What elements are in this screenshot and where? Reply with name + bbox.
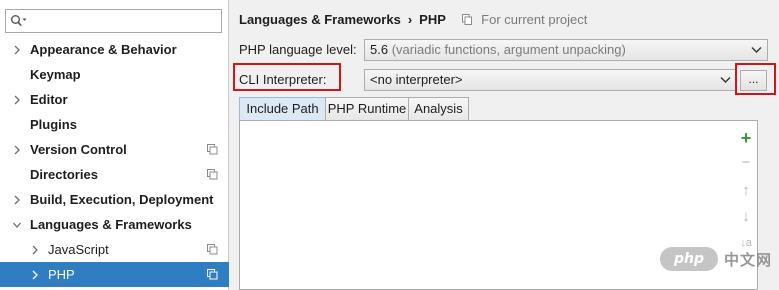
watermark-text: 中文网 [724, 252, 773, 269]
cli-interpreter-value: <no interpreter> [370, 72, 463, 87]
sidebar-item-directories[interactable]: Directories [0, 162, 229, 187]
sidebar-item-label: Version Control [30, 142, 127, 157]
breadcrumb-parent[interactable]: Languages & Frameworks [239, 12, 401, 27]
sidebar-item-build-execution-deployment[interactable]: Build, Execution, Deployment [0, 187, 229, 212]
sidebar-item-languages-frameworks[interactable]: Languages & Frameworks [0, 212, 229, 237]
chevron-right-icon[interactable] [31, 245, 39, 255]
chevron-down-icon [751, 47, 762, 53]
chevron-right-icon[interactable] [31, 270, 39, 280]
site-watermark: php 中文网 [660, 247, 775, 271]
php-language-level-select[interactable]: 5.6 (variadic functions, argument unpack… [364, 39, 768, 61]
project-scope-icon [207, 244, 218, 255]
sidebar-item-label: Directories [30, 167, 98, 182]
sidebar-item-keymap[interactable]: Keymap [0, 62, 229, 87]
add-icon[interactable]: + [734, 128, 758, 148]
cli-interpreter-select[interactable]: <no interpreter> [364, 69, 737, 91]
project-scope-hint: For current project [481, 12, 588, 27]
project-scope-icon [207, 144, 218, 155]
sidebar-item-appearance-behavior[interactable]: Appearance & Behavior [0, 37, 229, 62]
chevron-right-icon[interactable] [13, 195, 21, 205]
sidebar-item-label: Editor [30, 92, 68, 107]
sidebar-item-label: Languages & Frameworks [30, 217, 192, 232]
sidebar-item-label: Keymap [30, 67, 81, 82]
sidebar-item-label: Build, Execution, Deployment [30, 192, 214, 207]
cli-interpreter-label: CLI Interpreter: [239, 72, 327, 87]
breadcrumb-current: PHP [419, 12, 446, 27]
settings-sidebar: Appearance & Behavior Keymap Editor Plugins… [0, 0, 229, 290]
php-language-level-value: 5.6 [370, 42, 389, 57]
sidebar-item-plugins[interactable]: Plugins [0, 112, 229, 137]
settings-search-input[interactable] [30, 12, 218, 30]
move-up-icon[interactable]: ↑ [734, 181, 758, 201]
chevron-right-icon[interactable] [13, 145, 21, 155]
watermark-badge: php [660, 247, 718, 271]
chevron-down-icon[interactable] [13, 220, 21, 230]
breadcrumb: Languages & Frameworks › PHP For current p… [239, 11, 587, 29]
tab-include-path[interactable]: Include Path [239, 97, 326, 121]
remove-icon[interactable]: − [734, 153, 758, 173]
move-down-icon[interactable]: ↓ [734, 207, 758, 227]
search-icon [11, 15, 27, 27]
chevron-down-icon [720, 77, 731, 83]
sidebar-item-javascript[interactable]: JavaScript [0, 237, 229, 262]
tab-analysis[interactable]: Analysis [408, 97, 469, 120]
settings-tree: Appearance & Behavior Keymap Editor Plugins… [0, 37, 229, 287]
tab-php-runtime[interactable]: PHP Runtime [325, 97, 409, 120]
project-scope-icon [461, 14, 472, 25]
breadcrumb-separator: › [407, 12, 413, 27]
settings-search-box[interactable] [5, 9, 222, 33]
sidebar-item-version-control[interactable]: Version Control [0, 137, 229, 162]
browse-interpreters-button[interactable]: ... [740, 70, 767, 91]
sidebar-item-php[interactable]: PHP [0, 262, 229, 287]
php-language-level-label: PHP language level: [239, 42, 357, 57]
sidebar-item-editor[interactable]: Editor [0, 87, 229, 112]
sidebar-item-label: JavaScript [48, 242, 109, 257]
sidebar-item-label: PHP [48, 267, 75, 282]
php-language-level-hint: (variadic functions, argument unpacking) [391, 42, 626, 57]
project-scope-icon [207, 169, 218, 180]
sidebar-item-label: Plugins [30, 117, 77, 132]
chevron-right-icon[interactable] [13, 45, 21, 55]
chevron-right-icon[interactable] [13, 95, 21, 105]
sidebar-item-label: Appearance & Behavior [30, 42, 177, 57]
project-scope-icon [207, 269, 218, 280]
